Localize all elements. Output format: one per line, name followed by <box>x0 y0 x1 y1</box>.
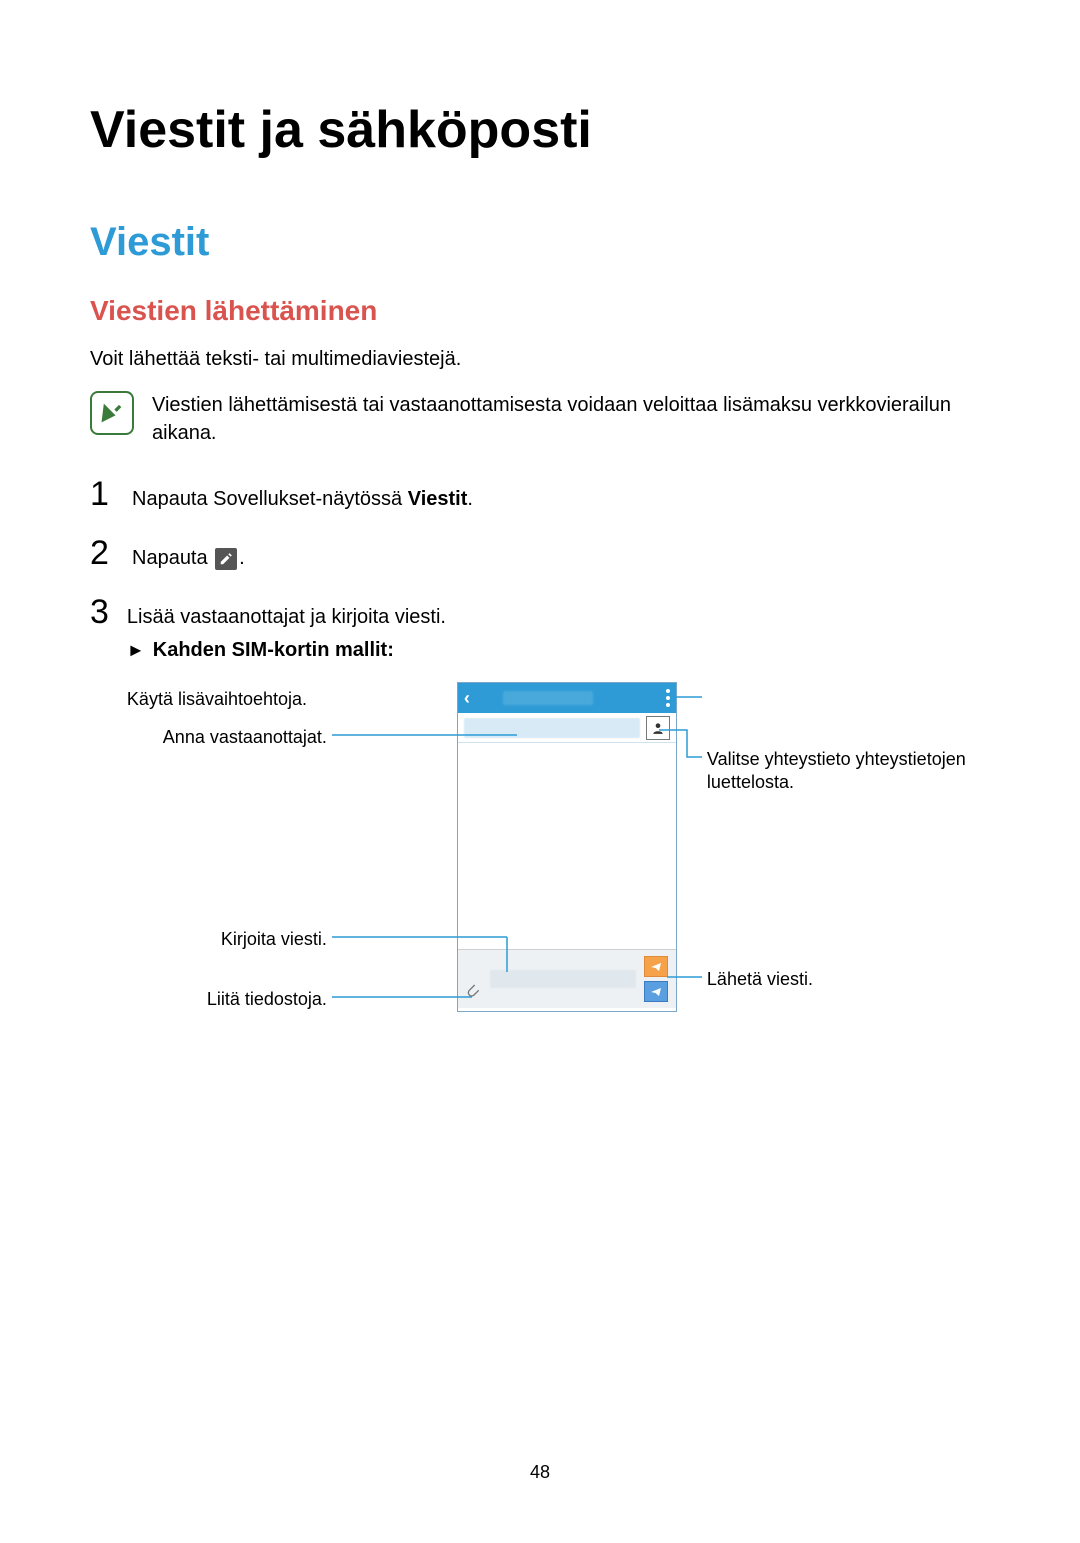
screen-title-placeholder <box>503 691 593 705</box>
callout-write: Kirjoita viesti. <box>127 928 327 951</box>
bullet-text: Kahden SIM-kortin mallit <box>153 639 387 661</box>
step-number: 2 <box>90 534 114 573</box>
callout-attach: Liitä tiedostoja. <box>127 988 327 1011</box>
send-sim2-icon <box>644 981 668 1002</box>
compose-icon <box>215 548 237 570</box>
callout-contacts: Valitse yhteystieto yhteystietojen luett… <box>707 748 1007 795</box>
step-2-pre: Napauta <box>132 547 213 569</box>
step-3: 3 Lisää vastaanottajat ja kirjoita viest… <box>90 593 990 1042</box>
callout-options: Käytä lisävaihtoehtoja. <box>127 688 387 711</box>
message-area <box>458 743 676 949</box>
bullet-colon: : <box>387 639 394 661</box>
menu-icon <box>666 689 670 707</box>
bullet-arrow: ► <box>127 640 145 661</box>
send-sim1-icon <box>644 956 668 977</box>
page-number: 48 <box>90 1462 990 1483</box>
step-number: 1 <box>90 475 114 514</box>
note-block: Viestien lähettämisestä tai vastaanottam… <box>90 391 990 447</box>
subsection-heading: Viestien lähettäminen <box>90 295 990 327</box>
step-1-bold: Viestit <box>408 488 468 510</box>
back-icon: ‹ <box>464 688 470 709</box>
step-1-pre: Napauta Sovellukset-näytössä <box>132 488 408 510</box>
intro-text: Voit lähettää teksti- tai multimediavies… <box>90 345 990 373</box>
callout-send: Lähetä viesti. <box>707 968 967 991</box>
phone-mockup: ‹ <box>457 682 677 1012</box>
callout-recipients: Anna vastaanottajat. <box>127 726 327 749</box>
step-1-post: . <box>467 488 473 510</box>
attach-icon <box>464 981 480 1002</box>
recipient-field-placeholder <box>464 718 640 738</box>
message-input-placeholder <box>490 970 636 988</box>
step-3-text: Lisää vastaanottajat ja kirjoita viesti. <box>127 603 1027 631</box>
section-heading: Viestit <box>90 220 990 265</box>
phone-diagram: Anna vastaanottajat. Kirjoita viesti. Li… <box>127 682 1027 1042</box>
step-1: 1 Napauta Sovellukset-näytössä Viestit. <box>90 475 990 514</box>
step-number: 3 <box>90 593 109 632</box>
note-text: Viestien lähettämisestä tai vastaanottam… <box>152 391 990 447</box>
note-icon <box>90 391 134 435</box>
step-2-post: . <box>239 547 245 569</box>
page-title: Viestit ja sähköposti <box>90 100 990 160</box>
step-2: 2 Napauta . <box>90 534 990 573</box>
contacts-icon <box>646 716 670 740</box>
